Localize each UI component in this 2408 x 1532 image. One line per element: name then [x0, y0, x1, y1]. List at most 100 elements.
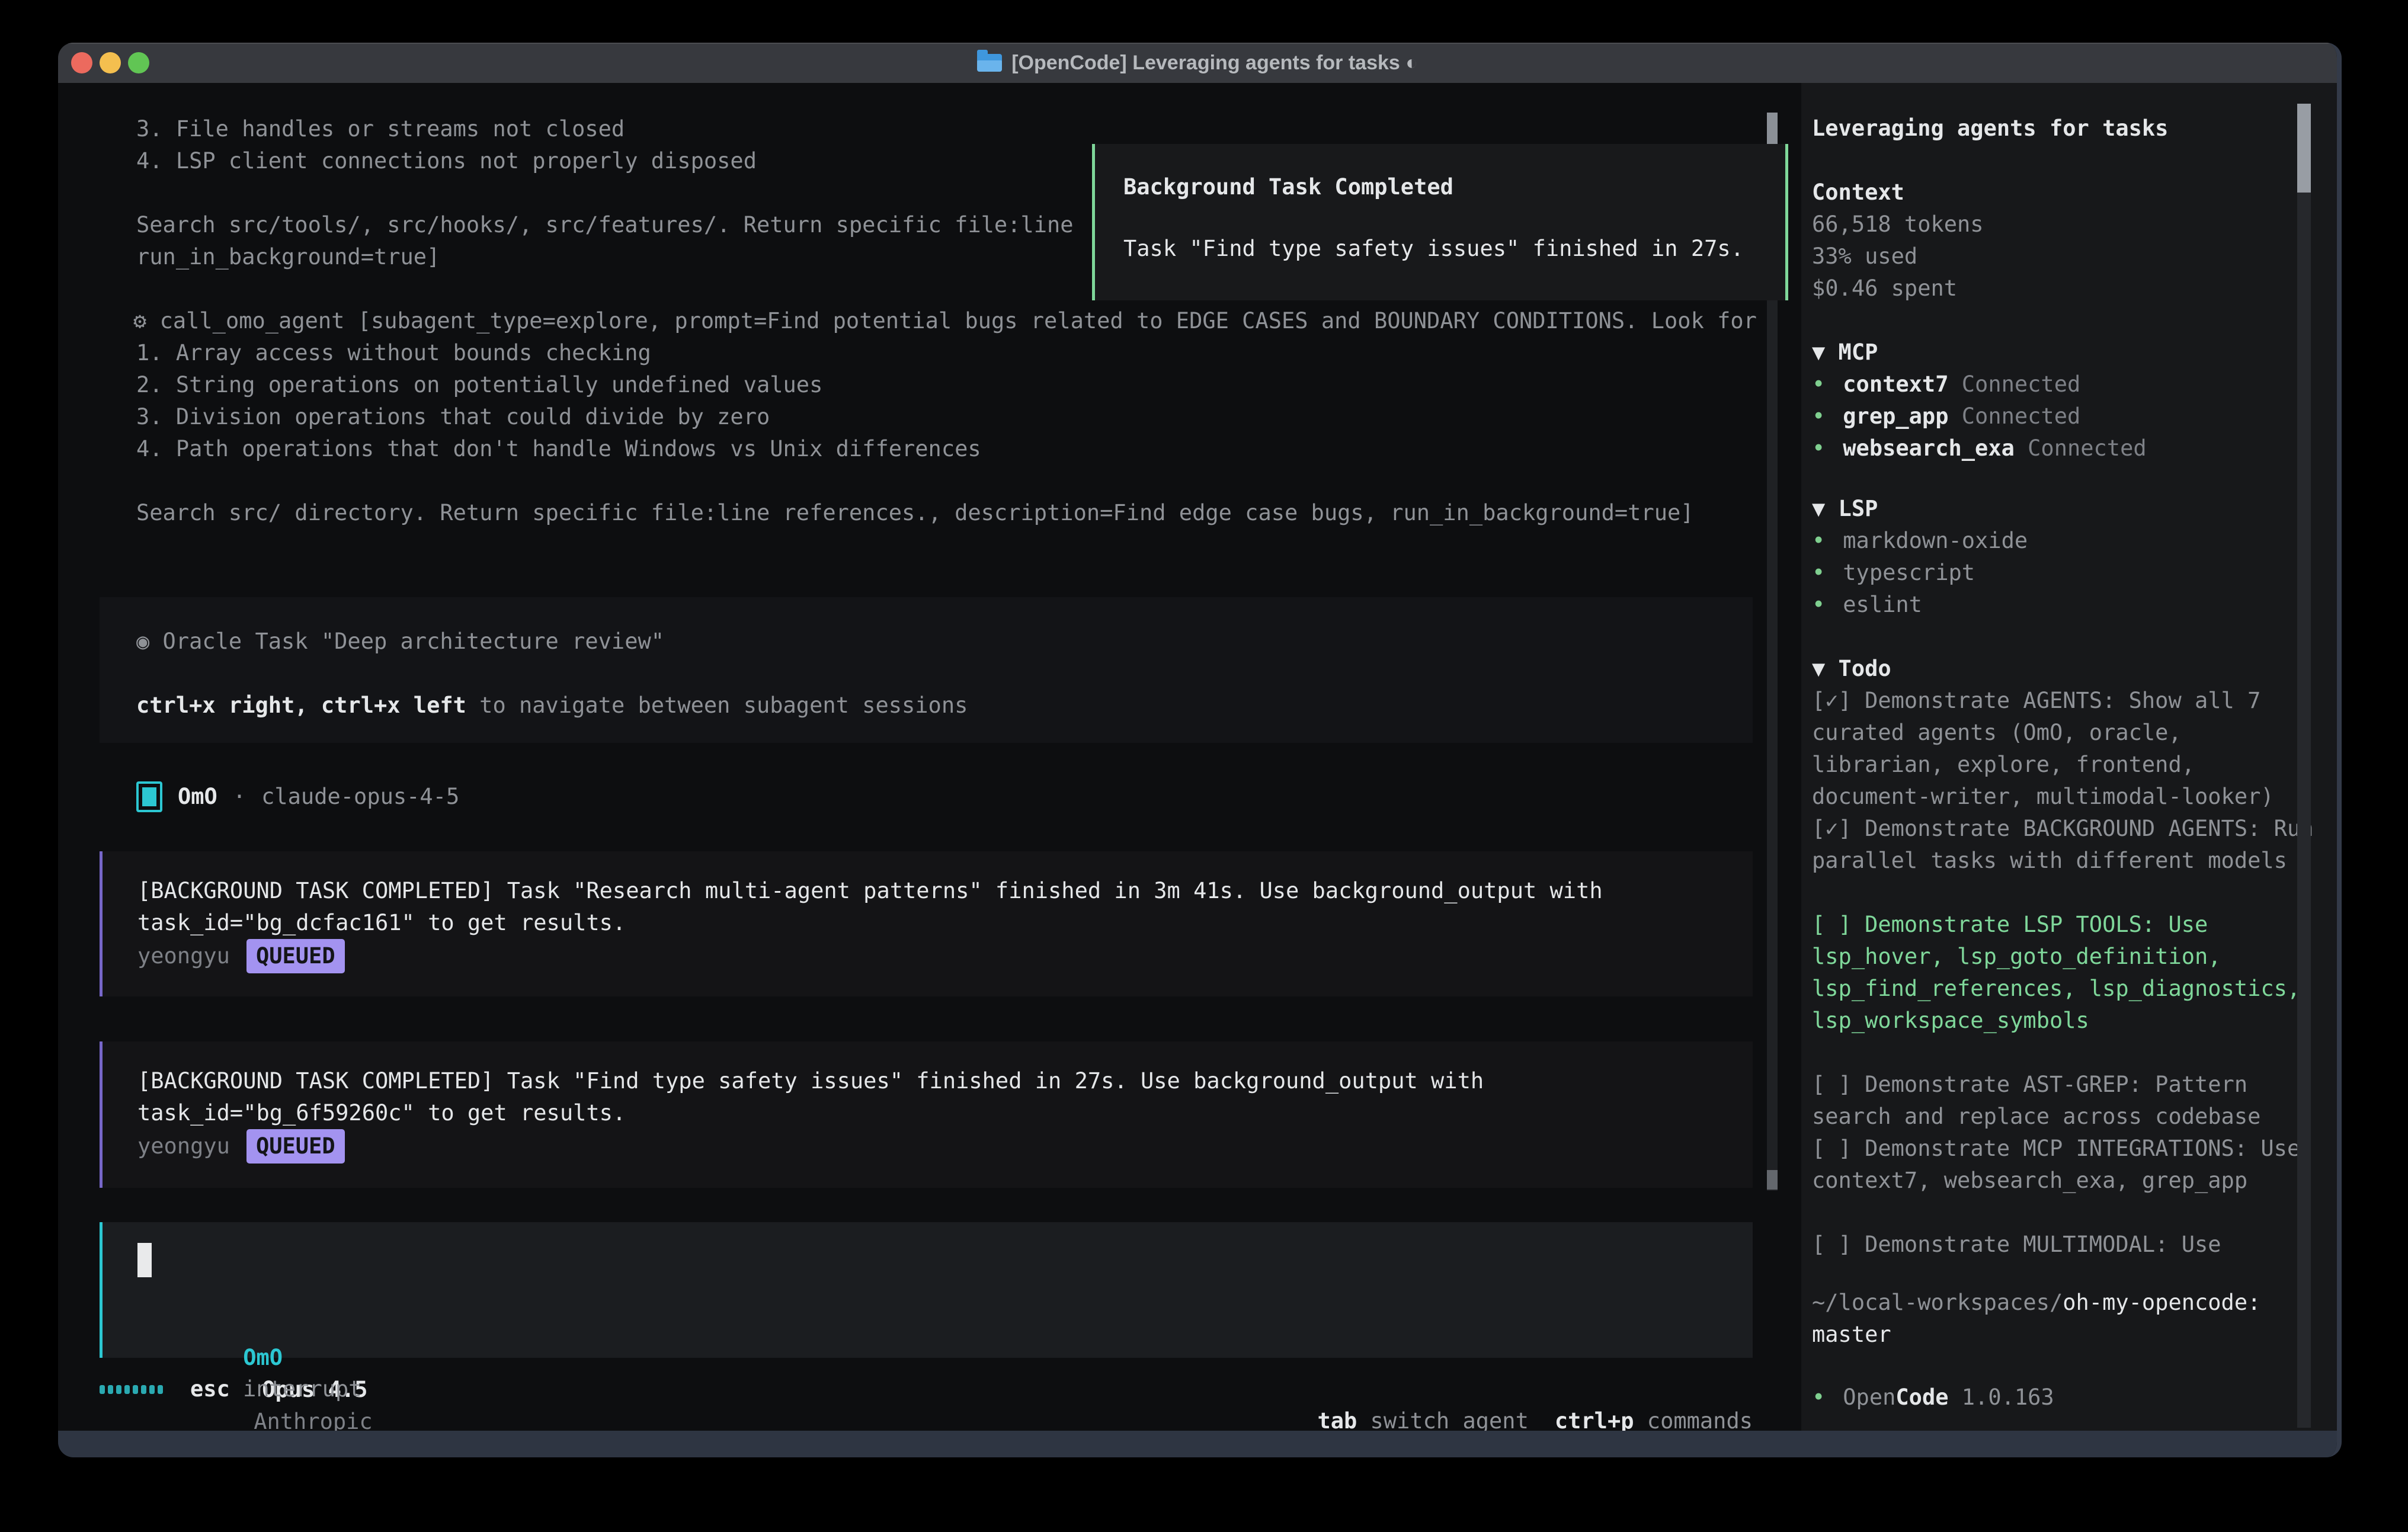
bullet-icon: •	[1812, 403, 1825, 429]
tool-call-footer: Search src/ directory. Return specific f…	[136, 497, 1694, 529]
omo-agent-icon	[136, 781, 162, 812]
agent-model: claude-opus-4-5	[261, 781, 459, 813]
session-sidebar: Leveraging agents for tasks Context 66,5…	[1801, 83, 2337, 1431]
workspace-path: ~/local-workspaces/oh-my-opencode: maste…	[1812, 1287, 2317, 1351]
esc-key-hint: esc	[190, 1373, 230, 1405]
bullet-icon: •	[1812, 371, 1825, 397]
mcp-section-header[interactable]: ▼ MCP	[1812, 336, 1878, 368]
background-task-block: [BACKGROUND TASK COMPLETED] Task "Resear…	[100, 851, 1753, 996]
context-used: 33% used	[1812, 241, 1917, 273]
todo-item: [✓] Demonstrate AGENTS: Show all 7 curat…	[1812, 685, 2317, 813]
oracle-icon: ◉	[136, 629, 149, 654]
bullet-icon: •	[1812, 592, 1825, 617]
shortcut-label: to navigate between subagent sessions	[466, 693, 968, 718]
mcp-item: •context7 Connected	[1812, 368, 2080, 400]
separator-dot: ·	[233, 781, 246, 813]
window-bottom-bar	[58, 1431, 2337, 1457]
checkbox-checked-icon: [✓]	[1812, 816, 1865, 841]
toast-title: Background Task Completed	[1123, 171, 1453, 203]
background-task-toast: Background Task Completed Task "Find typ…	[1092, 144, 1788, 300]
status-badge: QUEUED	[246, 939, 345, 973]
folder-icon	[977, 54, 1002, 72]
agent-header: OmO · claude-opus-4-5	[136, 781, 459, 813]
transcript-line: 4. LSP client connections not properly d…	[136, 145, 757, 177]
tab-key-label: switch agent	[1357, 1408, 1529, 1434]
task-meta-row: yeongyu QUEUED	[137, 1129, 345, 1164]
mcp-item: •grep_app Connected	[1812, 400, 2080, 432]
chat-transcript[interactable]: 3. File handles or streams not closed 4.…	[58, 83, 1801, 1431]
context-spent: $0.46 spent	[1812, 273, 1957, 305]
text-cursor	[137, 1243, 152, 1277]
status-badge: QUEUED	[246, 1129, 345, 1164]
input-agent-name[interactable]: OmO	[243, 1345, 283, 1370]
lsp-item: •typescript	[1812, 557, 1975, 589]
bullet-icon: •	[1812, 528, 1825, 553]
window-title: [OpenCode] Leveraging agents for tasks ◐	[1011, 52, 1418, 75]
mcp-item: •websearch_exa Connected	[1812, 432, 2147, 464]
lsp-section-header[interactable]: ▼ LSP	[1812, 493, 1878, 525]
tab-key-hint: tab	[1317, 1408, 1357, 1434]
statusbar-left: esc interrupt	[100, 1373, 362, 1405]
todo-item: [ ] Demonstrate MCP INTEGRATIONS: Use co…	[1812, 1133, 2317, 1197]
checkbox-empty-icon: [ ]	[1812, 1072, 1865, 1097]
spinner-dots-icon	[100, 1385, 163, 1394]
session-title: Leveraging agents for tasks	[1812, 113, 2168, 145]
todo-item: [✓] Demonstrate BACKGROUND AGENTS: Run p…	[1812, 813, 2317, 877]
task-user: yeongyu	[137, 1133, 230, 1159]
todo-item-active: [ ] Demonstrate LSP TOOLS: Use lsp_hover…	[1812, 909, 2317, 1037]
transcript-line: run_in_background=true]	[136, 241, 440, 273]
opencode-window: [OpenCode] Leveraging agents for tasks ◐…	[58, 43, 2342, 1457]
context-heading: Context	[1812, 177, 1904, 209]
cmd-key-hint: ctrl+p	[1555, 1408, 1634, 1434]
sidebar-scrollbar[interactable]	[2297, 104, 2311, 1428]
task-message-line: task_id="bg_6f59260c" to get results.	[137, 1097, 626, 1129]
lsp-item: •eslint	[1812, 589, 1922, 621]
checkbox-checked-icon: [✓]	[1812, 688, 1865, 713]
checkbox-empty-icon: [ ]	[1812, 912, 1865, 937]
tool-call-header: ⚙ call_omo_agent [subagent_type=explore,…	[133, 305, 1757, 337]
chevron-down-icon[interactable]: ▼	[1812, 656, 1825, 681]
brand-name: Open	[1843, 1384, 1895, 1410]
prompt-input[interactable]: OmO Opus 4.5 Anthropic	[100, 1222, 1753, 1358]
context-tokens: 66,518 tokens	[1812, 209, 1984, 241]
tool-call-item: 1. Array access without bounds checking	[136, 337, 651, 369]
todo-item: [ ] Demonstrate AST-GREP: Pattern search…	[1812, 1069, 2317, 1133]
task-message-line: task_id="bg_dcfac161" to get results.	[137, 907, 626, 939]
tool-call-item: 3. Division operations that could divide…	[136, 401, 770, 433]
transcript-line: 3. File handles or streams not closed	[136, 113, 625, 145]
version-line: •OpenCode 1.0.163	[1812, 1382, 2054, 1414]
transcript-scrollbar-marker[interactable]	[1767, 1170, 1778, 1190]
task-message-line: [BACKGROUND TASK COMPLETED] Task "Resear…	[137, 875, 1603, 907]
gear-icon: ⚙	[133, 308, 146, 334]
bullet-icon: •	[1812, 560, 1825, 585]
oracle-shortcut-hint: ctrl+x right, ctrl+x left to navigate be…	[136, 690, 968, 722]
agent-name: OmO	[178, 781, 217, 813]
oracle-task-box: ◉ Oracle Task "Deep architecture review"…	[100, 597, 1753, 743]
background-task-block: [BACKGROUND TASK COMPLETED] Task "Find t…	[100, 1041, 1753, 1188]
oracle-task-title: ◉ Oracle Task "Deep architecture review"	[136, 626, 664, 658]
sidebar-scrollbar-thumb[interactable]	[2297, 104, 2311, 193]
task-meta-row: yeongyu QUEUED	[137, 939, 345, 973]
lsp-item: •markdown-oxide	[1812, 525, 2028, 557]
bullet-icon: •	[1812, 1384, 1825, 1410]
checkbox-empty-icon: [ ]	[1812, 1136, 1865, 1161]
esc-key-label: interrupt	[230, 1373, 362, 1405]
shortcut-keys: ctrl+x right, ctrl+x left	[136, 693, 466, 718]
todo-item: [ ] Demonstrate MULTIMODAL: Use	[1812, 1229, 2317, 1261]
titlebar[interactable]: [OpenCode] Leveraging agents for tasks ◐	[58, 43, 2337, 83]
chevron-down-icon[interactable]: ▼	[1812, 496, 1825, 521]
chevron-down-icon[interactable]: ▼	[1812, 339, 1825, 365]
todo-section-header[interactable]: ▼ Todo	[1812, 653, 1891, 685]
version-number: 1.0.163	[1949, 1384, 2054, 1410]
bullet-icon: •	[1812, 435, 1825, 461]
toast-body: Task "Find type safety issues" finished …	[1123, 233, 1744, 265]
checkbox-empty-icon: [ ]	[1812, 1232, 1865, 1257]
cmd-key-label: commands	[1634, 1408, 1753, 1434]
tool-call-item: 4. Path operations that don't handle Win…	[136, 433, 981, 465]
task-user: yeongyu	[137, 943, 230, 969]
task-message-line: [BACKGROUND TASK COMPLETED] Task "Find t…	[137, 1065, 1484, 1097]
titlebar-title: [OpenCode] Leveraging agents for tasks ◐	[58, 43, 2337, 83]
tool-call-text: call_omo_agent [subagent_type=explore, p…	[160, 308, 1757, 334]
tool-call-item: 2. String operations on potentially unde…	[136, 369, 822, 401]
transcript-line: Search src/tools/, src/hooks/, src/featu…	[136, 209, 1074, 241]
